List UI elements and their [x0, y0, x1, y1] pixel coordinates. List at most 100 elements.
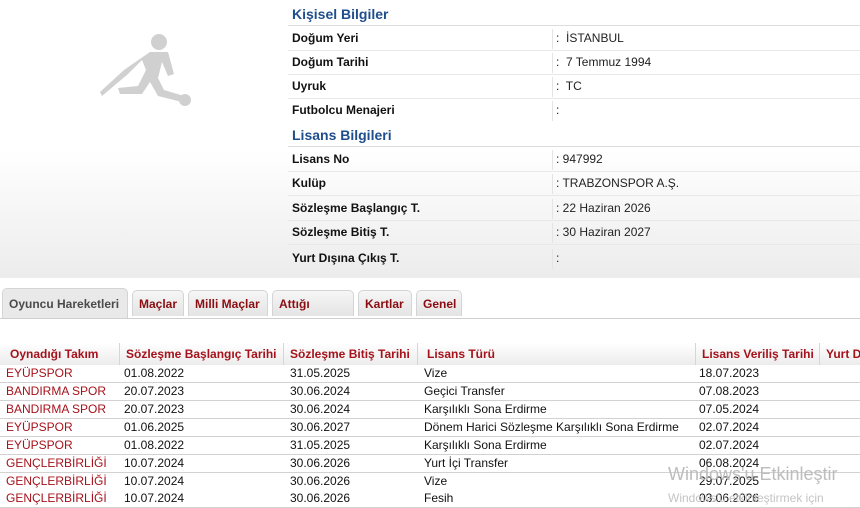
info-row-nationality: Uyruk : TC [288, 75, 860, 99]
column-header-abroad[interactable]: Yurt Dı [820, 343, 860, 365]
cell-start: 10.07.2024 [124, 474, 185, 488]
info-label: Lisans No [292, 152, 350, 166]
info-label: Uyruk [292, 79, 327, 93]
divider [552, 77, 553, 97]
info-label: Doğum Tarihi [292, 55, 369, 69]
info-row-contract-end: Sözleşme Bitiş T. : 30 Haziran 2027 [288, 221, 860, 245]
cell-team[interactable]: GENÇLERBİRLİĞİ [6, 490, 107, 507]
cell-end: 30.06.2026 [290, 491, 351, 505]
divider [288, 195, 860, 196]
info-value: : [556, 103, 560, 117]
column-header-team[interactable]: Oynadığı Takım [4, 343, 120, 365]
info-label: Doğum Yeri [292, 31, 359, 45]
cell-license-type: Vize [424, 366, 448, 380]
cell-end: 30.06.2026 [290, 456, 351, 470]
table-header: Oynadığı Takım Sözleşme Başlangıç Tarihi… [0, 343, 860, 366]
tab-cards[interactable]: Kartlar [358, 290, 412, 316]
column-header-contract-start[interactable]: Sözleşme Başlangıç Tarihi [120, 343, 284, 365]
cell-license-date: 07.05.2024 [699, 402, 760, 416]
info-row-birthdate: Doğum Tarihi : 7 Temmuz 1994 [288, 51, 860, 75]
tab-matches[interactable]: Maçlar [132, 290, 184, 316]
cell-end: 30.06.2027 [290, 420, 351, 434]
cell-end: 30.06.2024 [290, 384, 351, 398]
info-label: Sözleşme Başlangıç T. [292, 201, 421, 215]
cell-team[interactable]: BANDIRMA SPOR [6, 383, 106, 400]
divider [552, 150, 553, 170]
license-info-title: Lisans Bilgileri [292, 127, 392, 143]
info-value: : 7 Temmuz 1994 [556, 55, 652, 69]
column-header-license-type[interactable]: Lisans Türü [418, 343, 696, 365]
info-value: : İSTANBUL [556, 31, 624, 45]
cell-team[interactable]: EYÜPSPOR [6, 365, 73, 382]
tab-general[interactable]: Genel [416, 290, 462, 316]
info-row-contract-start: Sözleşme Başlangıç T. : 22 Haziran 2026 [288, 197, 860, 221]
cell-team[interactable]: EYÜPSPOR [6, 419, 73, 436]
divider [288, 146, 860, 147]
cell-end: 31.05.2025 [290, 366, 351, 380]
info-label: Sözleşme Bitiş T. [292, 225, 390, 239]
info-label: Kulüp [292, 176, 326, 190]
cell-license-type: Karşılıklı Sona Erdirme [424, 402, 547, 416]
info-row-abroad-date: Yurt Dışına Çıkış T. : [288, 247, 860, 271]
divider [288, 25, 860, 26]
activation-watermark-subtitle: Windows'u etkinleştirmek için [668, 491, 824, 505]
cell-start: 10.07.2024 [124, 491, 185, 505]
cell-start: 01.08.2022 [124, 438, 185, 452]
player-profile-panel: Kişisel Bilgiler Doğum Yeri : İSTANBUL D… [0, 0, 860, 278]
cell-end: 31.05.2025 [290, 438, 351, 452]
divider [552, 223, 553, 243]
cell-license-date: 02.07.2024 [699, 438, 760, 452]
cell-start: 20.07.2023 [124, 384, 185, 398]
cell-license-date: 07.08.2023 [699, 384, 760, 398]
cell-license-date: 18.07.2023 [699, 366, 760, 380]
info-value: : 22 Haziran 2026 [556, 201, 651, 215]
column-header-license-date[interactable]: Lisans Veriliş Tarihi [696, 343, 820, 365]
info-value: : [556, 251, 560, 265]
info-value: : TC [556, 79, 582, 93]
table-row: BANDIRMA SPOR 20.07.2023 30.06.2024 Geçi… [0, 383, 860, 401]
divider [288, 244, 860, 245]
table-row: EYÜPSPOR 01.06.2025 30.06.2027 Dönem Har… [0, 419, 860, 437]
cell-end: 30.06.2026 [290, 474, 351, 488]
cell-license-date: 02.07.2024 [699, 420, 760, 434]
tab-national-matches[interactable]: Milli Maçlar [188, 290, 268, 316]
cell-license-type: Vize [424, 474, 448, 488]
cell-start: 10.07.2024 [124, 456, 185, 470]
player-silhouette-icon [100, 34, 191, 106]
tab-goals[interactable]: Attığı Goller [272, 290, 354, 338]
cell-start: 20.07.2023 [124, 402, 185, 416]
info-value: : TRABZONSPOR A.Ş. [556, 176, 680, 190]
activation-watermark-title: Windows'u Etkinleştir [668, 464, 838, 484]
cell-license-type: Yurt İçi Transfer [424, 456, 509, 470]
cell-license-type: Fesih [424, 491, 454, 505]
table-row: EYÜPSPOR 01.08.2022 31.05.2025 Karşılıkl… [0, 437, 860, 455]
tab-player-movements[interactable]: Oyuncu Hareketleri [2, 288, 128, 318]
cell-team[interactable]: EYÜPSPOR [6, 437, 73, 454]
divider [552, 199, 553, 219]
column-header-contract-end[interactable]: Sözleşme Bitiş Tarihi [284, 343, 418, 365]
info-label: Futbolcu Menajeri [292, 103, 395, 117]
cell-team[interactable]: GENÇLERBİRLİĞİ [6, 473, 107, 490]
cell-license-type: Dönem Harici Sözleşme Karşılıklı Sona Er… [424, 420, 679, 434]
cell-start: 01.08.2022 [124, 366, 185, 380]
cell-license-type: Geçici Transfer [424, 384, 505, 398]
divider [552, 53, 553, 73]
divider [552, 101, 553, 121]
info-row-birthplace: Doğum Yeri : İSTANBUL [288, 27, 860, 51]
info-row-agent: Futbolcu Menajeri : [288, 99, 860, 123]
tab-panel-toolbar [0, 318, 860, 344]
info-label: Yurt Dışına Çıkış T. [292, 251, 400, 265]
cell-start: 01.06.2025 [124, 420, 185, 434]
table-row: EYÜPSPOR 01.08.2022 31.05.2025 Vize 18.0… [0, 365, 860, 383]
divider [552, 29, 553, 49]
table-row: BANDIRMA SPOR 20.07.2023 30.06.2024 Karş… [0, 401, 860, 419]
personal-info-title: Kişisel Bilgiler [292, 6, 389, 22]
info-value: : 30 Haziran 2027 [556, 225, 651, 239]
cell-end: 30.06.2024 [290, 402, 351, 416]
divider [552, 249, 553, 269]
info-row-license-no: Lisans No : 947992 [288, 148, 860, 172]
info-row-club: Kulüp : TRABZONSPOR A.Ş. [288, 172, 860, 196]
cell-team[interactable]: BANDIRMA SPOR [6, 401, 106, 418]
cell-team[interactable]: GENÇLERBİRLİĞİ [6, 455, 107, 472]
info-value: : 947992 [556, 152, 603, 166]
